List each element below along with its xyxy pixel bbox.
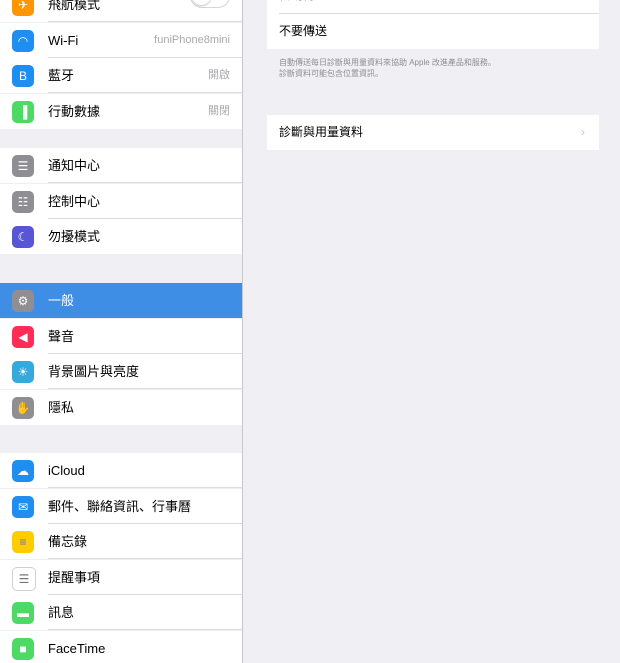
cellular-icon: ▐ <box>12 100 34 123</box>
airplane-icon: ✈ <box>12 0 34 16</box>
sidebar-item-control-center[interactable]: ☷ 控制中心 <box>0 183 242 219</box>
sidebar-item-value: funiPhone8mini <box>154 33 230 46</box>
send-options-card: 自動傳送 不要傳送 <box>267 0 599 49</box>
sidebar-item-label: 勿擾模式 <box>48 229 101 244</box>
sidebar-item-value: 關閉 <box>208 104 230 117</box>
sidebar-item-facetime[interactable]: ■ FaceTime <box>0 630 242 663</box>
sidebar-item-label: 訊息 <box>48 605 75 620</box>
sidebar-item-bluetooth[interactable]: B 藍牙 開啟 <box>0 58 242 93</box>
sidebar-item-value: 開啟 <box>208 69 230 81</box>
hand-icon: ✋ <box>12 396 34 419</box>
control-center-icon: ☷ <box>12 190 34 213</box>
sidebar-item-hand[interactable]: ✋ 隱私 <box>0 389 242 425</box>
chevron-right-icon: › <box>581 125 585 139</box>
option-auto-send[interactable]: 自動傳送 <box>267 0 599 13</box>
gear-icon: ⚙ <box>12 290 34 312</box>
sidebar-item-label: 控制中心 <box>48 193 101 209</box>
sidebar-item-speaker[interactable]: ◀ 聲音 <box>0 318 242 354</box>
reminders-icon: ☰ <box>12 566 36 591</box>
diagnostics-card: 診斷與用量資料 › <box>267 115 599 150</box>
detail-pane: 自動傳送 不要傳送 自動傳送每日診斷與用量資料來協助 Apple 改進產品和服務… <box>243 0 620 663</box>
mail-icon: ✉ <box>12 495 34 518</box>
sidebar-item-reminders[interactable]: ☰ 提醒事項 <box>0 559 242 595</box>
airplane-mode-toggle[interactable] <box>190 0 230 8</box>
sidebar-item-gear[interactable]: ⚙ 一般 <box>0 283 242 318</box>
speaker-icon: ◀ <box>12 325 34 348</box>
diagnostics-footnote: 自動傳送每日診斷與用量資料來協助 Apple 改進產品和服務。診斷資料可能包含位… <box>279 58 496 78</box>
settings-sidebar: ✈ 飛航模式 ◠ Wi-Fi funiPhone8mini B 藍牙 開啟 ▐ 行動數據 關閉 ☰ 通知… <box>0 0 243 663</box>
sidebar-item-label: iCloud <box>48 463 85 478</box>
diagnostics-usage-data-row[interactable]: 診斷與用量資料 › <box>267 115 599 150</box>
sidebar-item-moon[interactable]: ☾ 勿擾模式 <box>0 219 242 254</box>
sidebar-item-wifi[interactable]: ◠ Wi-Fi funiPhone8mini <box>0 22 242 58</box>
notification-center-icon: ☰ <box>12 155 34 177</box>
sidebar-item-label: FaceTime <box>48 640 106 656</box>
facetime-icon: ■ <box>12 637 34 660</box>
sidebar-item-label: 飛航模式 <box>48 0 101 12</box>
sidebar-item-label: 聲音 <box>48 328 75 344</box>
sidebar-item-label: 行動數據 <box>48 103 101 119</box>
sidebar-item-label: 提醒事項 <box>48 569 101 585</box>
messages-icon: ▬ <box>12 602 34 624</box>
sidebar-item-label: 郵件、聯絡資訊、行事曆 <box>48 498 192 514</box>
sidebar-item-label: 備忘錄 <box>48 534 88 549</box>
sidebar-item-mail[interactable]: ✉ 郵件、聯絡資訊、行事曆 <box>0 488 242 524</box>
moon-icon: ☾ <box>12 226 34 248</box>
sidebar-item-messages[interactable]: ▬ 訊息 <box>0 595 242 630</box>
sidebar-item-cellular[interactable]: ▐ 行動數據 關閉 <box>0 93 242 129</box>
notes-icon: ≡ <box>12 531 34 553</box>
sidebar-item-label: 背景圖片與亮度 <box>48 364 140 379</box>
sidebar-item-wallpaper[interactable]: ☀ 背景圖片與亮度 <box>0 354 242 389</box>
sidebar-item-label: 一般 <box>48 293 75 308</box>
sidebar-item-notes[interactable]: ≡ 備忘錄 <box>0 524 242 559</box>
sidebar-item-label: 通知中心 <box>48 158 101 173</box>
cloud-icon: ☁ <box>12 460 34 482</box>
sidebar-item-label: 隱私 <box>48 399 75 415</box>
sidebar-item-cloud[interactable]: ☁ iCloud <box>0 453 242 488</box>
bluetooth-icon: B <box>12 65 34 87</box>
option-dont-send[interactable]: 不要傳送 <box>267 14 599 49</box>
sidebar-item-label: Wi-Fi <box>48 32 79 48</box>
wifi-icon: ◠ <box>12 29 34 52</box>
sidebar-item-label: 藍牙 <box>48 68 75 83</box>
sidebar-item-notification-center[interactable]: ☰ 通知中心 <box>0 148 242 183</box>
diagnostics-usage-data-label: 診斷與用量資料 <box>279 125 364 139</box>
sidebar-item-airplane[interactable]: ✈ 飛航模式 <box>0 0 242 22</box>
wallpaper-icon: ☀ <box>12 361 34 383</box>
